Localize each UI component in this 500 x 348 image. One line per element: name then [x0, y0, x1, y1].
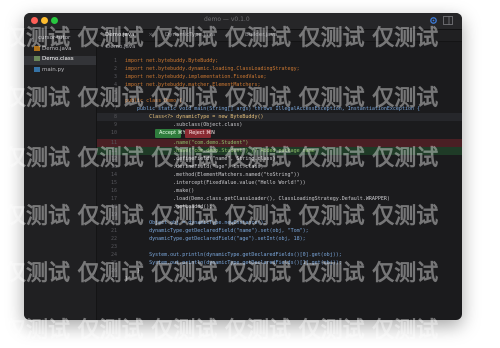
watermark: 仅测试 仅测试 仅测试 仅测试 仅测试 仅测试	[4, 86, 439, 111]
code-line: 1 import net.bytebuddy.ByteBuddy;	[113, 58, 219, 64]
python-file-icon	[34, 67, 40, 72]
code-line: 9 .subclass(Object.class)	[113, 122, 243, 128]
sidebar-item-label: main.py	[42, 67, 65, 73]
code-line: 22 dynamicType.getDeclaredField("age").s…	[110, 236, 306, 242]
code-line: 16 .make()	[110, 188, 195, 194]
code-line: 15 .intercept(FixedValue.value("Hello Wo…	[110, 180, 306, 186]
code-line: 14 .method(ElementMatchers.named("toStri…	[110, 172, 300, 178]
sidebar-item-label: Demo.class	[42, 56, 74, 62]
sidebar-item-main-py[interactable]: main.py	[34, 67, 64, 76]
watermark: 仅测试 仅测试 仅测试 仅测试 仅测试 仅测试	[4, 204, 439, 229]
code-line: 23	[110, 244, 117, 250]
class-file-icon	[34, 56, 40, 61]
code-line: 2 import net.bytebuddy.dynamic.loading.Cl…	[113, 66, 300, 72]
code-line-current: 8 Class<?> dynamicType = new ByteBuddy()	[97, 113, 462, 121]
reject-button[interactable]: Reject ⌘N	[185, 129, 215, 138]
watermark: 仅测试 仅测试 仅测试 仅测试 仅测试 仅测试	[4, 261, 439, 286]
watermark: 仅测试 仅测试 仅测试 仅测试 仅测试 仅测试	[4, 318, 439, 343]
watermark: 仅测试 仅测试 仅测试 仅测试 仅测试 仅测试	[4, 26, 439, 51]
watermark: 仅测试 仅测试 仅测试 仅测试 仅测试 仅测试	[4, 146, 439, 171]
code-line: 10	[110, 130, 117, 136]
accept-button[interactable]: Accept ⌘Y	[155, 129, 186, 138]
sidebar-item-demo-class[interactable]: Demo.class	[24, 56, 96, 65]
